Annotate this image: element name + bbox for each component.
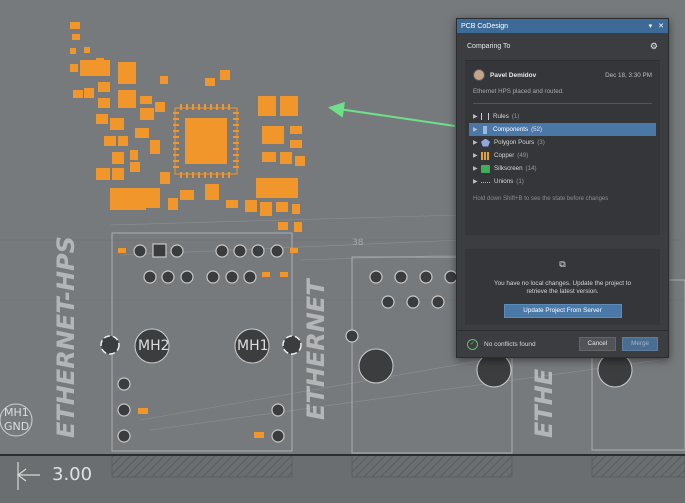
mh1-gnd-label-b: GND bbox=[4, 420, 30, 433]
tree-item-count: (14) bbox=[525, 165, 537, 172]
unions-icon bbox=[481, 182, 490, 183]
commit-date: Dec 18, 3:30 PM bbox=[605, 71, 652, 79]
tree-item-count: (3) bbox=[537, 139, 545, 146]
tree-item-label: Components bbox=[493, 126, 529, 133]
commit-user: Pavel Demidov bbox=[490, 71, 537, 79]
mh1-label: MH1 bbox=[237, 338, 269, 354]
copper-icon bbox=[481, 151, 490, 160]
ref-38-label: 38 bbox=[352, 238, 364, 248]
update-project-button[interactable]: Update Project From Server bbox=[503, 304, 622, 318]
check-icon: ✓ bbox=[467, 338, 478, 350]
tree-item-polygon-pours[interactable]: ▶ Polygon Pours (3) bbox=[469, 136, 656, 149]
chevron-right-icon[interactable]: ▶ bbox=[473, 165, 481, 172]
codesign-panel: PCB CoDesign ▾ ✕ Comparing To ⚙ Pavel De… bbox=[456, 18, 669, 358]
local-changes-message: You have no local changes. Update the pr… bbox=[494, 280, 631, 295]
tree-item-label: Silkscreen bbox=[494, 165, 523, 172]
tree-item-copper[interactable]: ▶ Copper (49) bbox=[469, 149, 656, 162]
tree-item-silkscreen[interactable]: ▶ Silkscreen (14) bbox=[469, 162, 656, 175]
chevron-right-icon[interactable]: ▶ bbox=[473, 139, 481, 146]
conflict-status: No conflicts found bbox=[484, 340, 536, 348]
chevron-right-icon[interactable]: ▶ bbox=[473, 113, 481, 120]
sync-icon: ⧉ bbox=[559, 259, 566, 269]
panel-title: PCB CoDesign bbox=[461, 22, 509, 30]
dimension-value: 3.00 bbox=[52, 464, 93, 485]
avatar bbox=[473, 69, 485, 81]
pin-icon[interactable]: ▾ bbox=[649, 22, 653, 30]
commit-card[interactable]: Pavel Demidov Dec 18, 3:30 PM Ethernet H… bbox=[465, 60, 660, 235]
divider bbox=[473, 103, 652, 104]
tree-item-unions[interactable]: ▶ Unions (1) bbox=[469, 175, 656, 188]
chevron-right-icon[interactable]: ▶ bbox=[473, 126, 481, 133]
tree-item-count: (1) bbox=[516, 178, 524, 185]
tree-item-rules[interactable]: ▶ Rules (1) bbox=[469, 110, 656, 123]
ethernet-label-2: ETHE bbox=[530, 368, 558, 438]
ethernet-hps-label: ETHERNET-HPS bbox=[52, 236, 80, 438]
tree-item-count: (1) bbox=[511, 113, 520, 120]
tree-item-label: Copper bbox=[494, 152, 515, 159]
cancel-button[interactable]: Cancel bbox=[578, 337, 617, 351]
component-icon bbox=[483, 125, 487, 134]
tree-item-label: Rules bbox=[493, 113, 509, 120]
local-changes-section: ⧉ You have no local changes. Update the … bbox=[465, 249, 660, 325]
ethernet-label-1: ETHERNET bbox=[302, 279, 330, 420]
silkscreen-icon bbox=[481, 164, 490, 173]
panel-titlebar[interactable]: PCB CoDesign ▾ ✕ bbox=[457, 19, 668, 33]
tree-item-label: Polygon Pours bbox=[494, 139, 535, 146]
chevron-right-icon[interactable]: ▶ bbox=[473, 178, 481, 185]
rules-icon bbox=[481, 113, 489, 120]
tree-item-label: Unions bbox=[494, 178, 514, 185]
tree-item-count: (49) bbox=[517, 152, 529, 159]
gear-icon[interactable]: ⚙ bbox=[650, 41, 658, 52]
tree-item-components[interactable]: ▶ Components (52) bbox=[469, 123, 656, 136]
comparing-to-label: Comparing To bbox=[467, 43, 511, 50]
panel-footer: ✓ No conflicts found Cancel Merge bbox=[457, 330, 668, 357]
mh1-gnd-label-a: MH1 bbox=[4, 406, 29, 419]
mh2-label: MH2 bbox=[138, 338, 170, 354]
polygon-icon bbox=[481, 138, 490, 147]
shift-b-hint: Hold down Shift+B to see the state befor… bbox=[473, 196, 609, 202]
commit-message: Ethernet HPS placed and routed. bbox=[473, 88, 564, 95]
merge-button[interactable]: Merge bbox=[622, 337, 658, 351]
tree-item-count: (52) bbox=[531, 126, 543, 133]
chevron-right-icon[interactable]: ▶ bbox=[473, 152, 481, 159]
close-icon[interactable]: ✕ bbox=[658, 22, 664, 30]
